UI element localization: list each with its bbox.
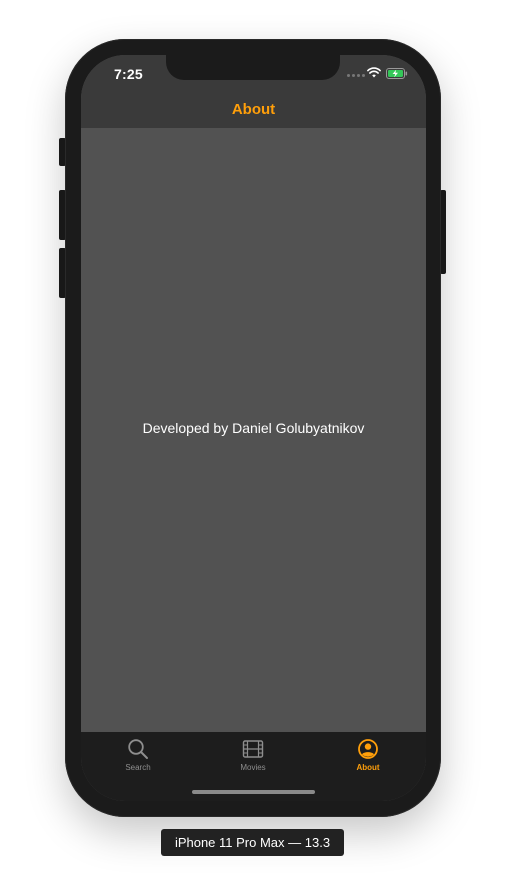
notch bbox=[166, 55, 340, 80]
about-content: Developed by Daniel Golubyatnikov bbox=[81, 128, 426, 732]
wifi-icon bbox=[367, 67, 381, 78]
tab-search-label: Search bbox=[125, 763, 151, 772]
search-icon bbox=[128, 739, 148, 759]
tab-movies[interactable]: Movies bbox=[213, 738, 293, 778]
tab-about-label: About bbox=[356, 763, 380, 772]
tab-movies-label: Movies bbox=[240, 763, 266, 772]
home-indicator[interactable] bbox=[192, 790, 315, 794]
simulator-stage: 7:25 About Developed by Daniel Golubyatn… bbox=[0, 0, 506, 892]
developer-credit: Developed by Daniel Golubyatnikov bbox=[142, 420, 365, 436]
navigation-bar: About bbox=[81, 95, 426, 128]
device-label: iPhone 11 Pro Max — 13.3 bbox=[161, 829, 344, 856]
status-time: 7:25 bbox=[114, 66, 143, 82]
tab-search[interactable]: Search bbox=[98, 738, 178, 778]
page-title: About bbox=[231, 101, 276, 118]
tab-bar: Search Movies About bbox=[81, 732, 426, 801]
cellular-signal-icon bbox=[347, 74, 365, 77]
film-icon bbox=[242, 740, 264, 758]
tab-about[interactable]: About bbox=[328, 738, 408, 778]
person-circle-icon bbox=[358, 739, 378, 759]
phone-screen: 7:25 About Developed by Daniel Golubyatn… bbox=[81, 55, 426, 801]
battery-charging-icon bbox=[386, 68, 408, 79]
